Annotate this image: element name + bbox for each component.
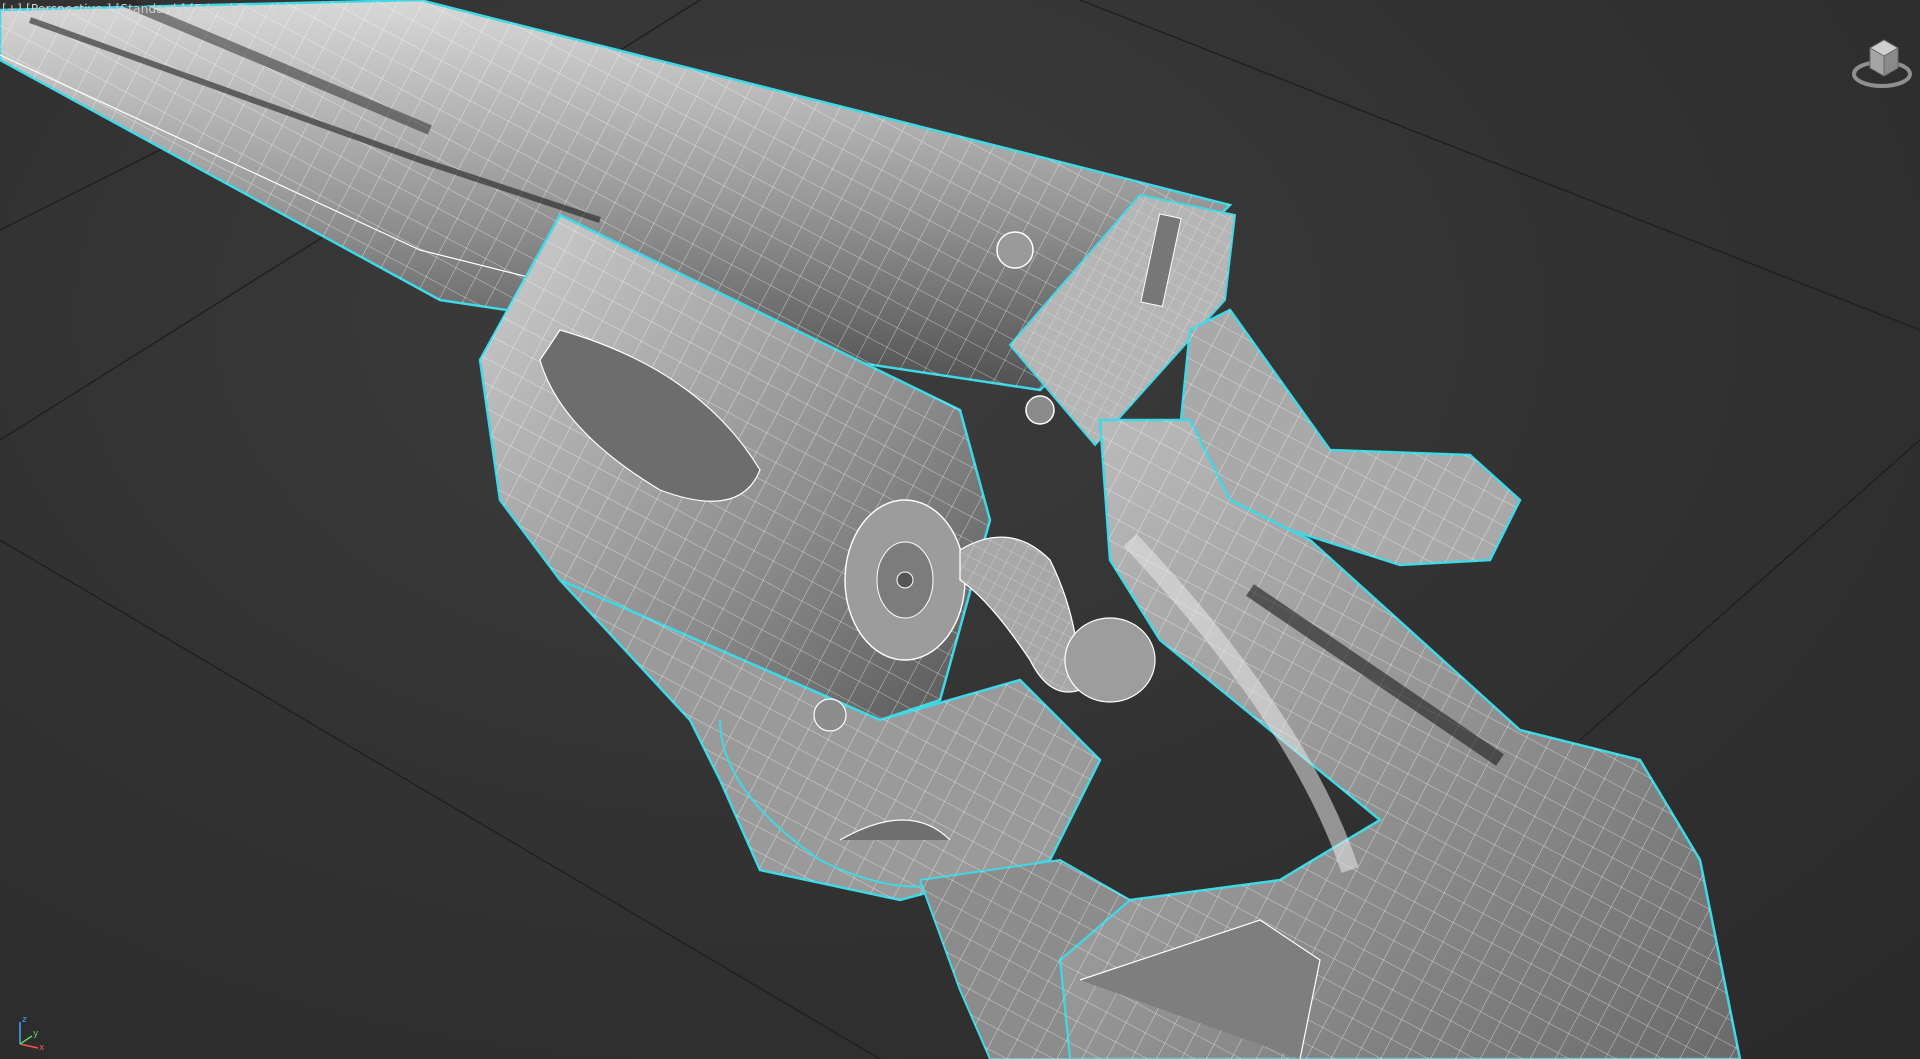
viewport-display-mode-menu[interactable]: [Edged Faces ] xyxy=(190,2,281,16)
viewport-label-menu[interactable]: [+] [Perspective ] [Standard ] [Edged Fa… xyxy=(2,2,281,16)
perspective-viewport[interactable]: [+] [Perspective ] [Standard ] [Edged Fa… xyxy=(0,0,1920,1059)
axis-tripod-icon: z x y xyxy=(19,1015,45,1053)
viewport-shading-menu[interactable]: [Standard ] xyxy=(116,2,186,16)
axis-z-label: z xyxy=(22,1015,27,1025)
viewport-pov-menu[interactable]: [+] [Perspective ] xyxy=(2,2,112,16)
viewcube-icon[interactable] xyxy=(1850,26,1914,96)
axis-y-label: y xyxy=(33,1029,39,1039)
viewport-scene[interactable] xyxy=(0,0,1920,1059)
axis-x-label: x xyxy=(39,1043,45,1053)
